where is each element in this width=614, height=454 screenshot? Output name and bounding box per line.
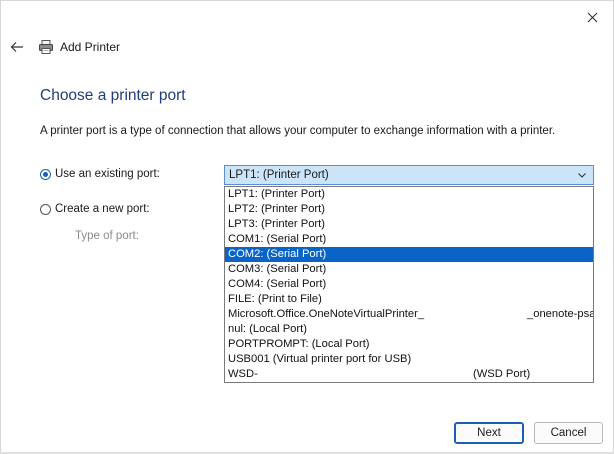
port-option[interactable]: LPT3: (Printer Port)	[225, 217, 593, 232]
port-option[interactable]: COM2: (Serial Port)	[225, 247, 593, 262]
back-arrow-icon	[10, 42, 23, 52]
port-option-label: LPT2: (Printer Port)	[228, 203, 325, 215]
existing-port-value: LPT1: (Printer Port)	[229, 169, 329, 181]
cancel-button[interactable]: Cancel	[534, 422, 603, 444]
page-heading: Choose a printer port	[40, 87, 186, 104]
port-option[interactable]: COM1: (Serial Port)	[225, 232, 593, 247]
port-option-suffix: _onenote-psa	[527, 308, 594, 320]
close-button[interactable]	[577, 5, 607, 29]
port-option[interactable]: nul: (Local Port)	[225, 322, 593, 337]
port-option[interactable]: WSD- (WSD Port)	[225, 367, 593, 382]
create-new-port-option[interactable]: Create a new port:	[40, 203, 150, 215]
port-option-label: COM3: (Serial Port)	[228, 263, 327, 275]
port-option-label: USB001 (Virtual printer port for USB)	[228, 353, 412, 365]
port-option[interactable]: COM4: (Serial Port)	[225, 277, 593, 292]
port-option-label: LPT3: (Printer Port)	[228, 218, 325, 230]
port-option-label: WSD-	[228, 368, 258, 380]
port-option[interactable]: Microsoft.Office.OneNoteVirtualPrinter_ _…	[225, 307, 593, 322]
port-option[interactable]: COM3: (Serial Port)	[225, 262, 593, 277]
port-option[interactable]: LPT2: (Printer Port)	[225, 202, 593, 217]
create-new-port-radio[interactable]	[40, 203, 51, 215]
back-button[interactable]	[7, 37, 27, 57]
port-option[interactable]: PORTPROMPT: (Local Port)	[225, 337, 593, 352]
port-option[interactable]: FILE: (Print to File)	[225, 292, 593, 307]
port-option-label: Microsoft.Office.OneNoteVirtualPrinter_	[228, 308, 425, 320]
port-option-suffix: (WSD Port)	[473, 368, 531, 380]
port-option-label: PORTPROMPT: (Local Port)	[228, 338, 370, 350]
port-option[interactable]: LPT1: (Printer Port)	[225, 187, 593, 202]
use-existing-port-label: Use an existing port:	[55, 168, 160, 180]
port-option[interactable]: USB001 (Virtual printer port for USB)	[225, 352, 593, 367]
use-existing-port-option[interactable]: Use an existing port:	[40, 168, 160, 180]
printer-icon	[39, 40, 53, 54]
port-option-label: COM4: (Serial Port)	[228, 278, 327, 290]
add-printer-window: Add Printer Choose a printer port A prin…	[0, 0, 614, 454]
port-option-label: COM2: (Serial Port)	[228, 248, 327, 260]
next-button[interactable]: Next	[454, 422, 524, 444]
port-option-label: COM1: (Serial Port)	[228, 233, 327, 245]
existing-port-select[interactable]: LPT1: (Printer Port)	[224, 165, 594, 185]
window-title-bar: Add Printer	[38, 37, 120, 57]
use-existing-port-radio[interactable]	[40, 168, 51, 180]
port-dropdown-list[interactable]: LPT1: (Printer Port) LPT2: (Printer Port)…	[224, 186, 594, 383]
port-option-label: nul: (Local Port)	[228, 323, 307, 335]
chevron-down-icon	[578, 173, 586, 178]
close-icon	[587, 12, 597, 22]
window-title: Add Printer	[60, 40, 121, 54]
type-of-port-label: Type of port:	[75, 230, 139, 242]
port-option-label: FILE: (Print to File)	[228, 293, 322, 305]
page-description: A printer port is a type of connection t…	[40, 125, 556, 137]
create-new-port-label: Create a new port:	[55, 203, 150, 215]
port-option-label: LPT1: (Printer Port)	[228, 188, 325, 200]
